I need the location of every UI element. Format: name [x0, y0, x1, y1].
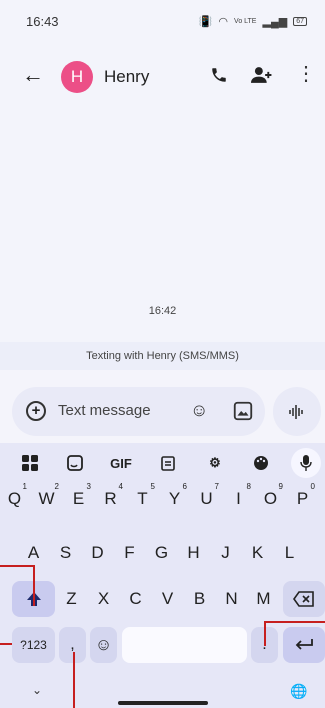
key-label: Q: [7, 489, 22, 508]
key-m[interactable]: M: [250, 581, 277, 617]
key-hint: 5: [150, 482, 155, 491]
space-bar[interactable]: [122, 627, 247, 663]
gif-button[interactable]: GIF: [103, 449, 139, 477]
avatar-initial: H: [70, 67, 84, 86]
voice-record-button[interactable]: [273, 387, 321, 436]
vibrate-icon: 📳: [198, 15, 213, 28]
signal-icon: ▂▄▆: [262, 15, 288, 28]
callout-line: [73, 652, 75, 708]
key-label: E: [72, 489, 85, 508]
key-y[interactable]: Y6: [161, 481, 188, 517]
key-l[interactable]: L: [276, 535, 303, 571]
status-bar: 16:43 📳 ◠ Vo LTE ▂▄▆ 67: [0, 0, 325, 42]
gesture-handle: [118, 701, 208, 705]
message-input[interactable]: Text message: [58, 402, 151, 419]
key-g[interactable]: G: [148, 535, 175, 571]
key-hint: 1: [22, 482, 27, 491]
key-label: O: [263, 489, 278, 508]
key-x[interactable]: X: [90, 581, 117, 617]
key-label: I: [236, 489, 241, 508]
compose-bar[interactable]: + Text message ☺: [12, 387, 265, 436]
key-hint: 0: [310, 482, 315, 491]
key-hint: 4: [118, 482, 123, 491]
enter-key[interactable]: [283, 627, 325, 663]
callout-line: [33, 565, 35, 606]
emoji-icon[interactable]: ☺: [190, 400, 208, 421]
smiley-icon: ☺: [94, 635, 113, 654]
key-u[interactable]: U7: [193, 481, 220, 517]
add-attachment-icon[interactable]: +: [26, 401, 46, 421]
callout-line: [264, 621, 266, 646]
key-w[interactable]: W2: [33, 481, 60, 517]
avatar[interactable]: H: [61, 61, 93, 93]
callout-line: [0, 643, 12, 645]
network-label: Vo LTE: [234, 17, 257, 25]
battery-icon: 67: [293, 16, 307, 26]
globe-icon[interactable]: 🌐: [290, 683, 307, 700]
key-z[interactable]: Z: [58, 581, 85, 617]
key-i[interactable]: I8: [225, 481, 252, 517]
gallery-icon[interactable]: [232, 400, 254, 422]
key-hint: 8: [246, 482, 251, 491]
add-person-icon[interactable]: [251, 66, 273, 84]
key-label: T: [137, 489, 148, 508]
key-h[interactable]: H: [180, 535, 207, 571]
key-label: P: [296, 489, 309, 508]
status-icons: 📳 ◠ Vo LTE ▂▄▆ 67: [199, 15, 307, 28]
key-j[interactable]: J: [212, 535, 239, 571]
callout-line: [0, 565, 34, 567]
key-b[interactable]: B: [186, 581, 213, 617]
key-s[interactable]: S: [52, 535, 79, 571]
key-q[interactable]: Q1: [1, 481, 28, 517]
enter-icon: [295, 639, 313, 650]
key-hint: 2: [54, 482, 59, 491]
key-t[interactable]: T5: [129, 481, 156, 517]
key-v[interactable]: V: [154, 581, 181, 617]
key-label: W: [38, 489, 55, 508]
backspace-icon: [293, 591, 314, 607]
key-hint: 6: [182, 482, 187, 491]
texting-with-banner: Texting with Henry (SMS/MMS): [0, 342, 325, 370]
key-n[interactable]: N: [218, 581, 245, 617]
wifi-icon: ◠: [218, 15, 229, 28]
key-label: U: [200, 489, 213, 508]
contact-name[interactable]: Henry: [104, 67, 149, 87]
key-o[interactable]: O9: [257, 481, 284, 517]
settings-gear-icon[interactable]: ⚙: [197, 449, 233, 477]
key-d[interactable]: D: [84, 535, 111, 571]
key-label: R: [104, 489, 117, 508]
message-timestamp: 16:42: [148, 305, 177, 317]
emoji-key[interactable]: ☺: [90, 627, 117, 663]
key-f[interactable]: F: [116, 535, 143, 571]
key-e[interactable]: E3: [65, 481, 92, 517]
key-c[interactable]: C: [122, 581, 149, 617]
apps-grid-icon[interactable]: [12, 449, 48, 477]
key-hint: 3: [86, 482, 91, 491]
back-arrow-icon[interactable]: ←: [22, 64, 44, 86]
callout-line: [265, 621, 325, 623]
symbols-key[interactable]: ?123: [12, 627, 55, 663]
key-hint: 9: [278, 482, 283, 491]
key-p[interactable]: P0: [289, 481, 316, 517]
palette-icon[interactable]: [243, 449, 279, 477]
backspace-key[interactable]: [283, 581, 325, 617]
battery-level: 67: [296, 17, 304, 25]
mic-icon[interactable]: [291, 448, 321, 478]
sticker-icon[interactable]: [57, 449, 93, 477]
hide-keyboard-chevron-icon[interactable]: ⌄: [32, 683, 42, 697]
phone-icon[interactable]: [210, 66, 228, 84]
key-hint: 7: [214, 482, 219, 491]
key-label: Y: [168, 489, 181, 508]
conversation-header: ← H Henry ⋮: [0, 42, 325, 112]
key-r[interactable]: R4: [97, 481, 124, 517]
status-time: 16:43: [26, 13, 59, 29]
clipboard-icon[interactable]: [150, 449, 186, 477]
more-vert-icon[interactable]: ⋮: [296, 64, 316, 84]
waveform-icon: [289, 404, 303, 419]
key-k[interactable]: K: [244, 535, 271, 571]
